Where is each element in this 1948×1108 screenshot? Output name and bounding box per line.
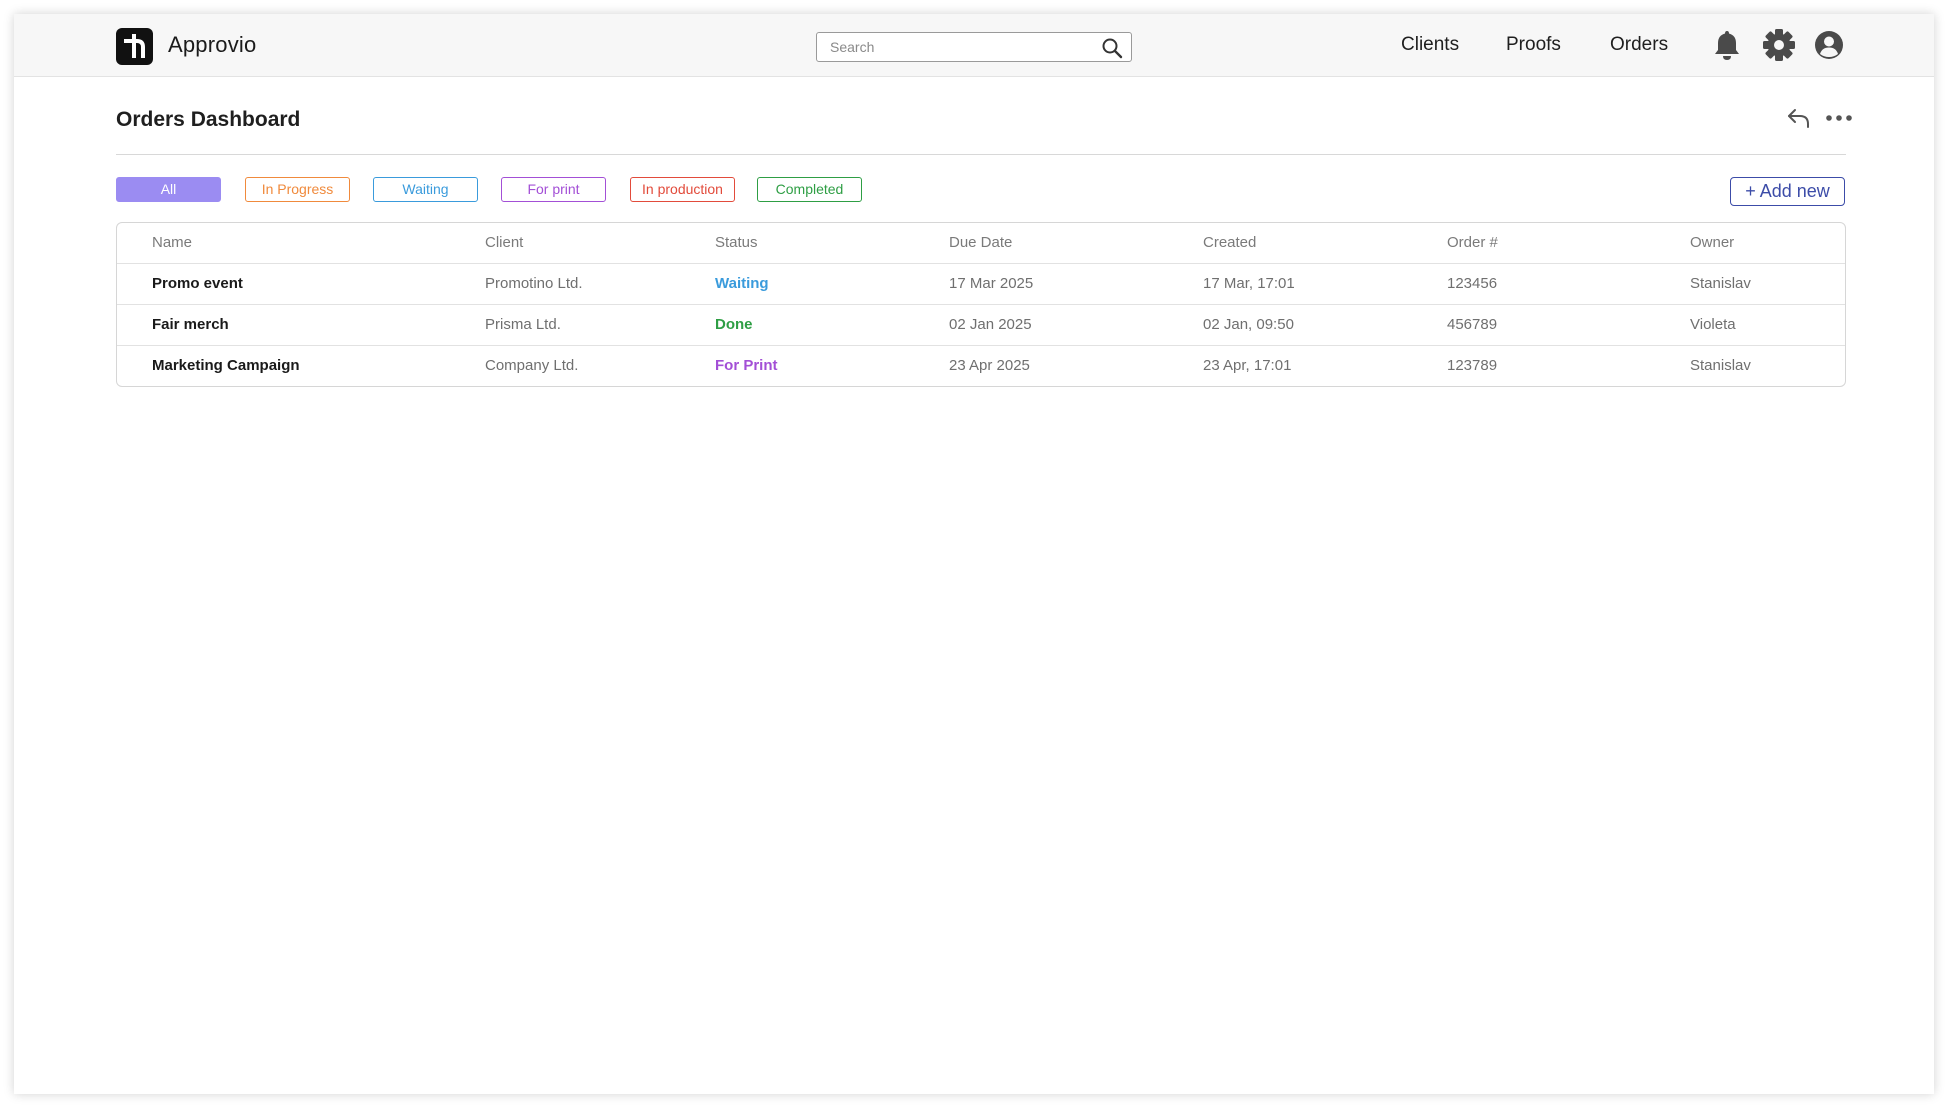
user-icon[interactable] [1814, 30, 1844, 60]
column-header-owner[interactable]: Owner [1690, 234, 1734, 251]
app-window: Approvio Clients Proofs Orders [14, 14, 1934, 1094]
order-client: Company Ltd. [485, 357, 579, 374]
app-name: Approvio [168, 32, 257, 57]
page-title: Orders Dashboard [116, 108, 301, 131]
gear-icon[interactable] [1761, 27, 1797, 63]
nav-link-orders[interactable]: Orders [1610, 34, 1668, 56]
column-header-created[interactable]: Created [1203, 234, 1256, 251]
add-new-button[interactable]: + Add new [1730, 177, 1845, 206]
more-icon[interactable] [1825, 114, 1853, 122]
nav-link-proofs[interactable]: Proofs [1506, 34, 1561, 56]
filter-in-progress[interactable]: In Progress [245, 177, 350, 202]
order-owner: Stanislav [1690, 357, 1751, 374]
order-name[interactable]: Fair merch [152, 316, 229, 333]
order-status: Waiting [715, 275, 769, 292]
column-header-name[interactable]: Name [152, 234, 192, 251]
order-number: 456789 [1447, 316, 1498, 333]
order-owner: Stanislav [1690, 275, 1751, 292]
order-number: 123789 [1447, 357, 1498, 374]
column-header-status[interactable]: Status [715, 234, 758, 251]
filter-for-print[interactable]: For print [501, 177, 606, 202]
search-box[interactable] [816, 32, 1132, 62]
order-number: 123456 [1447, 275, 1498, 292]
order-due-date: 23 Apr 2025 [949, 357, 1030, 374]
logo-icon[interactable] [116, 28, 153, 65]
orders-table: Name Client Status Due Date Created Orde… [116, 222, 1846, 387]
order-owner: Violeta [1690, 316, 1736, 333]
table-row[interactable]: Promo event Promotino Ltd. Waiting 17 Ma… [117, 264, 1845, 305]
reply-icon[interactable] [1786, 106, 1812, 130]
bell-icon[interactable] [1713, 29, 1741, 61]
column-header-due-date[interactable]: Due Date [949, 234, 1012, 251]
order-status: For Print [715, 357, 778, 374]
column-header-client[interactable]: Client [485, 234, 523, 251]
order-name[interactable]: Promo event [152, 275, 243, 292]
order-client: Prisma Ltd. [485, 316, 561, 333]
order-name[interactable]: Marketing Campaign [152, 357, 300, 374]
search-input[interactable] [817, 33, 1087, 61]
table-row[interactable]: Fair merch Prisma Ltd. Done 02 Jan 2025 … [117, 305, 1845, 346]
filter-waiting[interactable]: Waiting [373, 177, 478, 202]
order-created: 23 Apr, 17:01 [1203, 357, 1292, 374]
column-header-order-number[interactable]: Order # [1447, 234, 1498, 251]
order-due-date: 02 Jan 2025 [949, 316, 1032, 333]
order-due-date: 17 Mar 2025 [949, 275, 1034, 292]
order-status: Done [715, 316, 753, 333]
top-navigation-bar: Approvio Clients Proofs Orders [14, 14, 1934, 77]
filter-in-production[interactable]: In production [630, 177, 735, 202]
table-header-row: Name Client Status Due Date Created Orde… [117, 223, 1845, 264]
header-divider [116, 154, 1846, 155]
nav-link-clients[interactable]: Clients [1401, 34, 1459, 56]
order-client: Promotino Ltd. [485, 275, 583, 292]
search-icon[interactable] [1101, 37, 1123, 59]
order-created: 17 Mar, 17:01 [1203, 275, 1295, 292]
table-row[interactable]: Marketing Campaign Company Ltd. For Prin… [117, 346, 1845, 386]
order-created: 02 Jan, 09:50 [1203, 316, 1294, 333]
filter-all[interactable]: All [116, 177, 221, 202]
filter-completed[interactable]: Completed [757, 177, 862, 202]
